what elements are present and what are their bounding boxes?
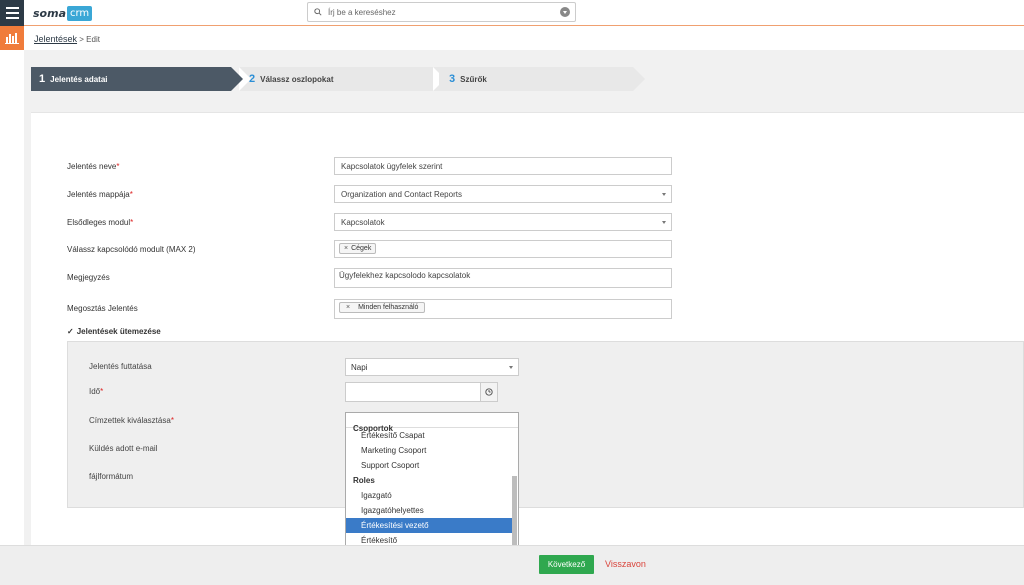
- logo[interactable]: soma crm: [33, 3, 93, 23]
- breadcrumb-current: Edit: [86, 35, 100, 44]
- run-frequency-label: Jelentés futtatása: [89, 362, 152, 371]
- dropdown-option[interactable]: Support Csoport: [346, 458, 512, 473]
- note-textarea[interactable]: Ügyfelekhez kapcsolodo kapcsolatok: [334, 268, 672, 288]
- step-number: 2: [249, 73, 256, 85]
- file-format-label: fájlformátum: [89, 472, 134, 481]
- recipients-label: Címzettek kiválasztása*: [89, 416, 174, 425]
- dropdown-option[interactable]: Igazgató: [346, 488, 512, 503]
- dropdown-option[interactable]: Értékesítési vezető: [346, 518, 512, 533]
- global-search-input[interactable]: Írj be a kereséshez: [307, 2, 576, 22]
- logo-badge: crm: [67, 5, 93, 21]
- reports-icon[interactable]: [0, 26, 24, 50]
- clock-icon[interactable]: [480, 382, 498, 402]
- share-label: Megosztás Jelentés: [67, 304, 138, 313]
- dropdown-scrollbar[interactable]: [512, 476, 517, 556]
- dropdown-option[interactable]: Értékesítő Csapat: [346, 428, 512, 443]
- recipients-dropdown[interactable]: Csoportok Értékesítő Csapat Marketing Cso…: [345, 412, 519, 559]
- report-name-input[interactable]: Kapcsolatok ügyfelek szerint: [334, 157, 672, 175]
- step-label: Szűrők: [460, 74, 487, 84]
- note-label: Megjegyzés: [67, 273, 110, 282]
- time-input[interactable]: [345, 382, 481, 402]
- run-frequency-select[interactable]: Napi: [345, 358, 519, 376]
- dropdown-option[interactable]: Marketing Csoport: [346, 443, 512, 458]
- chevron-down-icon[interactable]: [560, 7, 570, 17]
- dropdown-option[interactable]: Igazgatóhelyettes: [346, 503, 512, 518]
- step-report-details[interactable]: 1 Jelentés adatai: [31, 67, 243, 91]
- primary-module-select[interactable]: Kapcsolatok: [334, 213, 672, 231]
- step-filters[interactable]: 3 Szűrők: [433, 67, 645, 91]
- breadcrumb: Jelentések > Edit: [34, 34, 100, 44]
- breadcrumb-separator: >: [79, 35, 84, 44]
- email-label: Küldés adott e-mail: [89, 444, 158, 453]
- logo-text: soma: [33, 6, 66, 20]
- share-multiselect[interactable]: × Minden felhasználó: [334, 299, 672, 319]
- step-label: Válassz oszlopokat: [260, 74, 334, 84]
- search-placeholder: Írj be a kereséshez: [328, 8, 396, 17]
- next-button[interactable]: Következő: [539, 555, 594, 574]
- search-icon: [314, 8, 322, 16]
- chip-remove-icon[interactable]: ×: [346, 304, 350, 311]
- cancel-link[interactable]: Visszavon: [605, 559, 646, 569]
- report-folder-label: Jelentés mappája*: [67, 190, 133, 199]
- step-label: Jelentés adatai: [50, 74, 108, 84]
- checkmark-icon: ✓: [67, 327, 74, 336]
- footer-bar: [0, 545, 1024, 585]
- related-module-label: Válassz kapcsolódó modult (MAX 2): [67, 245, 196, 254]
- top-bar: soma crm Írj be a kereséshez: [0, 0, 1024, 26]
- related-module-chip[interactable]: × Cégek: [339, 243, 377, 254]
- share-chip[interactable]: × Minden felhasználó: [339, 302, 426, 313]
- dropdown-list: Értékesítő Csapat Marketing Csoport Suppor…: [346, 428, 512, 548]
- chip-remove-icon[interactable]: ×: [344, 245, 348, 252]
- breadcrumb-reports-link[interactable]: Jelentések: [34, 34, 77, 44]
- report-folder-select[interactable]: Organization and Contact Reports: [334, 185, 672, 203]
- related-module-multiselect[interactable]: × Cégek: [334, 240, 672, 258]
- menu-icon[interactable]: [0, 0, 24, 26]
- schedule-panel: [67, 341, 1024, 508]
- step-select-columns[interactable]: 2 Válassz oszlopokat: [239, 67, 451, 91]
- time-label: Idő*: [89, 387, 104, 396]
- primary-module-label: Elsődleges modul*: [67, 218, 134, 227]
- schedule-toggle[interactable]: ✓ Jelentések ütemezése: [67, 327, 161, 336]
- report-name-label: Jelentés neve*: [67, 162, 120, 171]
- dropdown-group-label: Roles: [353, 476, 375, 485]
- step-number: 1: [39, 73, 46, 85]
